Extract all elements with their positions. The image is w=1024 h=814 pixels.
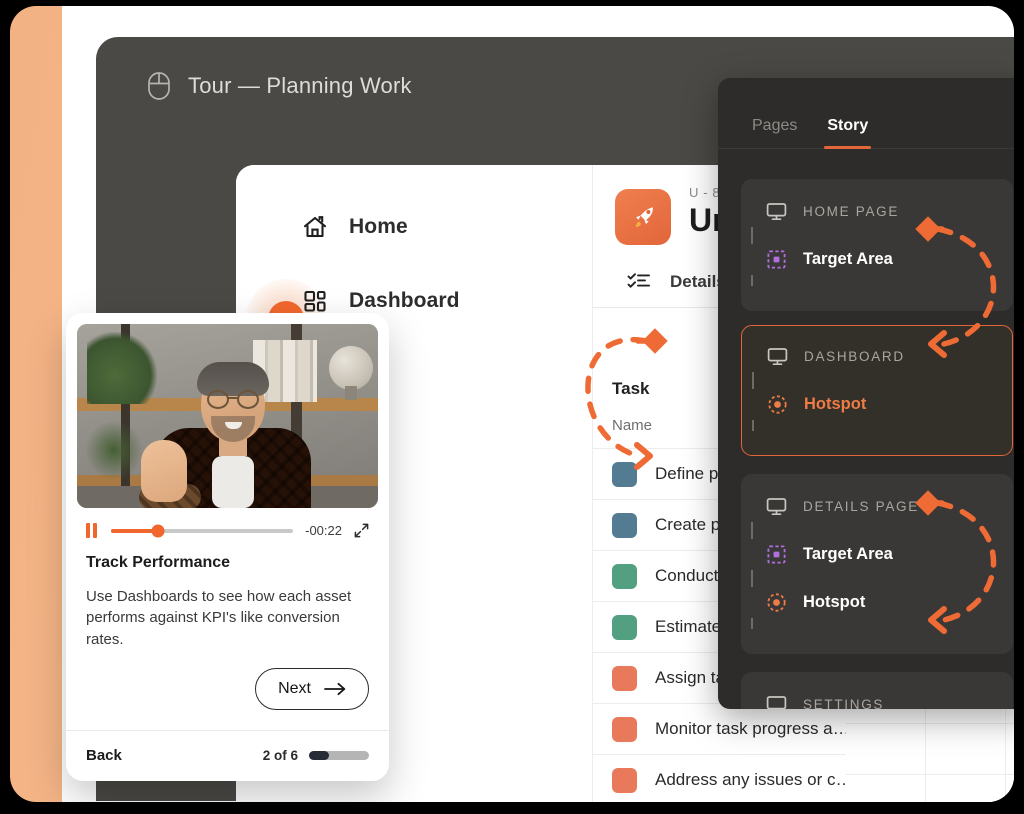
row-color-swatch — [612, 513, 637, 538]
tab-story[interactable]: Story — [827, 117, 868, 148]
story-tab-bar: Pages Story — [718, 78, 1014, 149]
pause-icon[interactable] — [86, 523, 99, 538]
tab-pages[interactable]: Pages — [752, 117, 797, 148]
monitor-icon — [767, 346, 788, 367]
story-connector — [742, 420, 763, 437]
row-color-swatch — [612, 462, 637, 487]
photo-globe — [329, 346, 373, 390]
story-page-row: SETTINGS — [741, 689, 1013, 709]
row-color-swatch — [612, 564, 637, 589]
story-step-label: Hotspot — [804, 395, 866, 414]
story-page-name: DETAILS PAGE — [803, 499, 919, 514]
story-card-list: HOME PAGE Target Area — [718, 149, 1014, 709]
gantt-row — [846, 774, 1014, 802]
video-scrubber-handle[interactable] — [152, 524, 165, 537]
photo-plant — [87, 332, 157, 404]
photo-person-hair — [197, 362, 269, 396]
tour-progress-bar — [309, 751, 369, 760]
app-frame: Tour — Planning Work Home — [10, 6, 1014, 802]
video-scrubber[interactable] — [111, 529, 293, 533]
story-connector — [741, 522, 762, 539]
tooltip-description: Use Dashboards to see how each asset per… — [66, 572, 389, 650]
sidebar-item-label: Dashboard — [349, 289, 460, 313]
photo-person-glasses — [237, 390, 259, 409]
story-page-name: HOME PAGE — [803, 204, 899, 219]
tour-progress: 2 of 6 — [263, 748, 369, 763]
home-icon — [301, 213, 329, 241]
grid-icon — [301, 287, 329, 315]
story-card-settings[interactable]: SETTINGS Target Area — [741, 672, 1013, 709]
story-connector — [741, 227, 762, 244]
tooltip-action-row: Next — [66, 650, 389, 730]
video-thumbnail[interactable] — [77, 324, 378, 508]
gantt-row — [846, 723, 1014, 774]
tour-progress-fill — [309, 751, 329, 760]
arrow-right-icon — [324, 682, 346, 696]
screenshot-root: Tour — Planning Work Home — [0, 0, 1024, 814]
story-panel: Pages Story HOME PAGE — [718, 78, 1014, 709]
story-connector — [741, 275, 762, 292]
story-step-row[interactable]: Target Area — [741, 244, 1013, 275]
video-time-remaining: -00:22 — [305, 523, 342, 538]
back-button[interactable]: Back — [86, 747, 122, 764]
tooltip-footer: Back 2 of 6 — [66, 730, 389, 781]
row-color-swatch — [612, 615, 637, 640]
photo-person-shirt — [212, 456, 254, 508]
mouse-icon — [147, 71, 171, 101]
monitor-icon — [766, 694, 787, 709]
target-area-icon — [766, 249, 787, 270]
tooltip-title: Track Performance — [66, 538, 389, 572]
story-page-row: DASHBOARD — [742, 341, 1012, 372]
video-controls: -00:22 — [66, 508, 389, 538]
photo-person-glasses — [207, 390, 229, 409]
story-page-name: DASHBOARD — [804, 349, 905, 364]
hotspot-icon — [766, 592, 787, 613]
row-color-swatch — [612, 717, 637, 742]
photo-globe-stand — [345, 386, 357, 400]
tour-tooltip: -00:22 Track Performance Use Dashboards … — [66, 313, 389, 781]
story-step-label: Hotspot — [803, 593, 865, 612]
story-page-row: DETAILS PAGE — [741, 491, 1013, 522]
story-connector — [741, 618, 762, 635]
story-connector — [741, 570, 762, 587]
tab-details[interactable]: Details — [627, 271, 726, 293]
next-button[interactable]: Next — [255, 668, 369, 710]
story-page-row: HOME PAGE — [741, 196, 1013, 227]
sidebar-item-label: Home — [349, 215, 408, 239]
task-name: Monitor task progress a… — [655, 719, 846, 739]
row-color-swatch — [612, 768, 637, 793]
sidebar-item-home[interactable]: Home — [236, 199, 592, 255]
story-card-dashboard[interactable]: DASHBOARD Hotspot — [741, 325, 1013, 456]
rocket-icon — [615, 189, 671, 245]
story-step-row[interactable]: Hotspot — [742, 389, 1012, 420]
photo-person-glasses-bridge — [228, 397, 238, 399]
story-step-label: Target Area — [803, 545, 893, 564]
row-color-swatch — [612, 666, 637, 691]
monitor-icon — [766, 496, 787, 517]
checklist-icon — [627, 271, 651, 293]
monitor-icon — [766, 201, 787, 222]
photo-person-hand — [141, 440, 187, 502]
table-row[interactable]: Monitor task progress a… — [593, 703, 846, 754]
story-page-name: SETTINGS — [803, 697, 884, 709]
table-row[interactable]: Address any issues or c… — [593, 754, 846, 802]
story-step-row[interactable]: Target Area — [741, 539, 1013, 570]
story-connector — [742, 372, 763, 389]
next-button-label: Next — [278, 680, 311, 698]
page-title: Tour — Planning Work — [188, 73, 412, 99]
expand-icon[interactable] — [354, 523, 369, 538]
target-area-icon — [766, 544, 787, 565]
story-card-details-page[interactable]: DETAILS PAGE Target Area — [741, 474, 1013, 654]
hotspot-icon — [767, 394, 788, 415]
story-step-row[interactable]: Hotspot — [741, 587, 1013, 618]
video-container — [66, 313, 389, 508]
photo-plant — [85, 420, 143, 480]
tour-step-counter: 2 of 6 — [263, 748, 298, 763]
task-name: Address any issues or c… — [655, 770, 846, 790]
story-step-label: Target Area — [803, 250, 893, 269]
story-card-home-page[interactable]: HOME PAGE Target Area — [741, 179, 1013, 311]
